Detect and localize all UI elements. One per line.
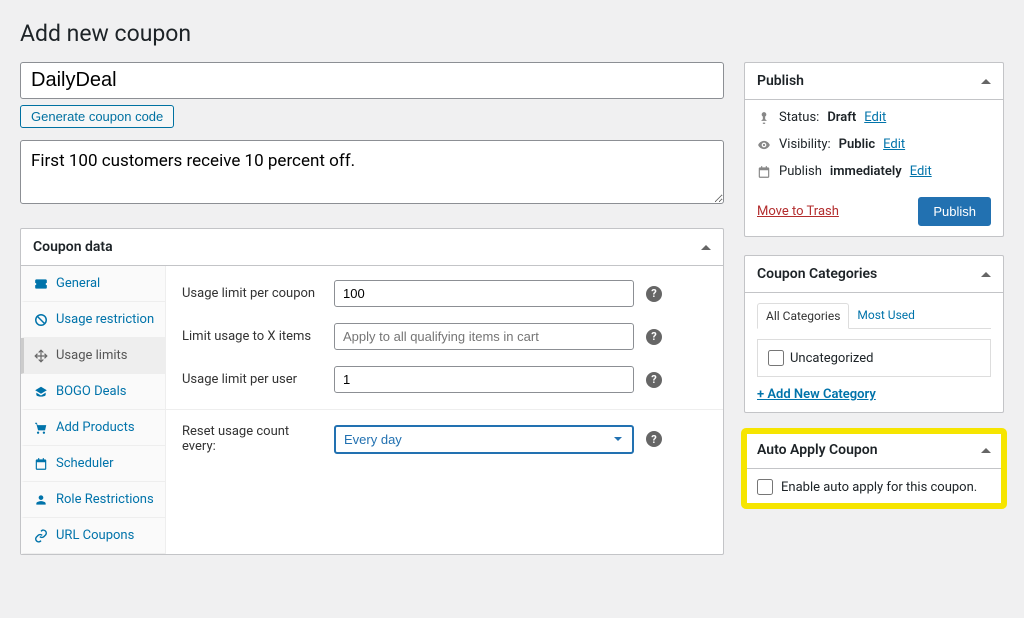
categories-panel-header[interactable]: Coupon Categories: [745, 256, 1003, 293]
reset-count-label: Reset usage count every:: [182, 424, 322, 454]
visibility-label: Visibility:: [779, 137, 831, 152]
tab-most-used[interactable]: Most Used: [849, 303, 923, 328]
generate-code-button[interactable]: Generate coupon code: [20, 105, 174, 128]
visibility-value: Public: [839, 137, 875, 152]
tab-role-restrictions[interactable]: Role Restrictions: [21, 482, 165, 518]
publish-button[interactable]: Publish: [918, 197, 991, 226]
tab-scheduler[interactable]: Scheduler: [21, 446, 165, 482]
help-icon[interactable]: ?: [646, 329, 662, 345]
publish-title: Publish: [757, 73, 804, 89]
coupon-data-title: Coupon data: [33, 239, 113, 255]
cart-icon: [34, 421, 48, 435]
usage-limit-coupon-label: Usage limit per coupon: [182, 286, 322, 301]
publish-panel-header[interactable]: Publish: [745, 63, 1003, 100]
calendar-icon: [34, 457, 48, 471]
edit-visibility-link[interactable]: Edit: [883, 137, 905, 152]
page-title: Add new coupon: [20, 20, 1004, 47]
publish-label: Publish: [779, 164, 822, 179]
usage-limit-coupon-input[interactable]: [334, 280, 634, 307]
edit-publish-link[interactable]: Edit: [910, 164, 932, 179]
tab-general[interactable]: General: [21, 266, 165, 302]
reset-count-select[interactable]: Every day: [334, 425, 634, 454]
person-icon: [34, 493, 48, 507]
tab-add-products[interactable]: Add Products: [21, 410, 165, 446]
tab-all-categories[interactable]: All Categories: [757, 303, 849, 329]
edit-status-link[interactable]: Edit: [864, 110, 886, 125]
category-checkbox[interactable]: [768, 350, 784, 366]
move-trash-link[interactable]: Move to Trash: [757, 204, 839, 219]
help-icon[interactable]: ?: [646, 286, 662, 302]
auto-apply-panel-header[interactable]: Auto Apply Coupon: [745, 432, 1003, 469]
tab-usage-limits[interactable]: Usage limits: [21, 338, 165, 374]
add-new-category-link[interactable]: + Add New Category: [757, 387, 876, 402]
coupon-data-header[interactable]: Coupon data: [21, 229, 723, 266]
limit-x-items-label: Limit usage to X items: [182, 329, 322, 344]
tab-url-coupons[interactable]: URL Coupons: [21, 518, 165, 554]
coupon-code-input[interactable]: [20, 62, 724, 99]
usage-limit-user-input[interactable]: [334, 366, 634, 393]
auto-apply-title: Auto Apply Coupon: [757, 442, 878, 458]
tab-usage-restriction[interactable]: Usage restriction: [21, 302, 165, 338]
status-label: Status:: [779, 110, 819, 125]
auto-apply-checkbox[interactable]: [757, 479, 773, 495]
publish-value: immediately: [830, 164, 902, 179]
graduation-icon: [34, 385, 48, 399]
limit-x-items-input[interactable]: [334, 323, 634, 350]
eye-icon: [757, 138, 771, 152]
collapse-icon: [981, 272, 991, 277]
auto-apply-toggle[interactable]: Enable auto apply for this coupon.: [757, 479, 991, 495]
block-icon: [34, 313, 48, 327]
pin-icon: [757, 111, 771, 125]
collapse-icon: [701, 245, 711, 250]
usage-limit-user-label: Usage limit per user: [182, 372, 322, 387]
ticket-icon: [34, 277, 48, 291]
calendar-icon: [757, 165, 771, 179]
help-icon[interactable]: ?: [646, 431, 662, 447]
coupon-description-textarea[interactable]: First 100 customers receive 10 percent o…: [20, 140, 724, 204]
status-value: Draft: [827, 110, 856, 125]
tab-bogo-deals[interactable]: BOGO Deals: [21, 374, 165, 410]
link-icon: [34, 529, 48, 543]
move-icon: [34, 349, 48, 363]
collapse-icon: [981, 448, 991, 453]
collapse-icon: [981, 79, 991, 84]
help-icon[interactable]: ?: [646, 372, 662, 388]
categories-title: Coupon Categories: [757, 266, 877, 282]
category-item-uncategorized[interactable]: Uncategorized: [768, 350, 980, 366]
